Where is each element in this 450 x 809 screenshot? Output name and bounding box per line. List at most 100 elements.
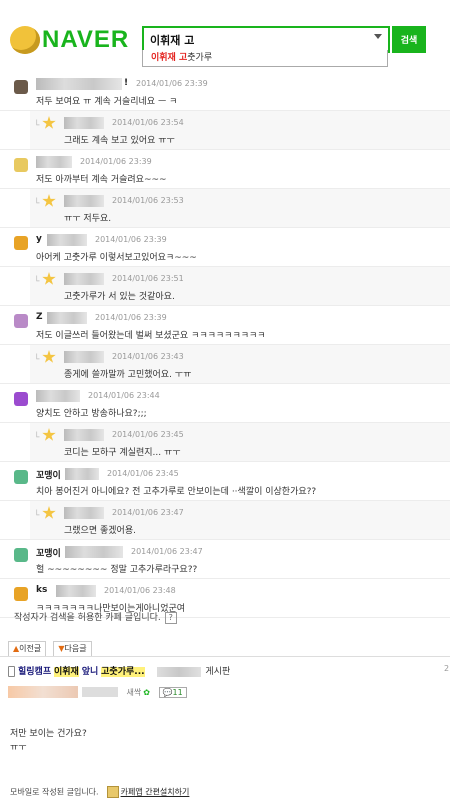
reply-item: └ 2014/01/06 23:53 ㅠㅜ 저두요. (0, 189, 450, 228)
user-avatar[interactable] (14, 158, 28, 172)
comment-date: 2014/01/06 23:45 (107, 469, 179, 478)
nickname-blurred[interactable] (56, 585, 96, 597)
comment-text: 치아 봉어진거 아니에요? 전 고추가루로 안보이는데 ··색깔이 이상한가요?… (36, 487, 317, 497)
nickname-blurred[interactable] (64, 195, 104, 207)
nickname-blurred[interactable] (47, 234, 87, 246)
search-permission-note: 작성자가 검색을 허용한 카페 글입니다.? (14, 610, 177, 624)
nickname-blurred[interactable] (64, 429, 104, 441)
post-nav: ▲이전글 ▼다음글 (8, 636, 94, 657)
comment-text: 코디는 모하구 계실련지... ㅠㅜ (64, 448, 181, 458)
comment-item: y 2014/01/06 23:39 아어케 고춧가루 이렇서보고있어요ㅋ~~~ (0, 228, 450, 267)
nickname-blurred[interactable] (47, 312, 87, 324)
naver-wing-icon (10, 26, 40, 54)
nickname-suffix: ! (124, 78, 129, 88)
side-number: 2 (444, 664, 450, 673)
comment-text: 그래도 계속 보고 있어요 ㅠㅜ (64, 136, 175, 146)
reply-item: └ 2014/01/06 23:51 고춧가루가 서 있는 것같아요. (0, 267, 450, 306)
user-avatar[interactable] (14, 314, 28, 328)
post-title[interactable]: 힐링캠프 이휘재 앞니 고춧가루... 게시판 (8, 664, 230, 677)
comment-text: 저두 보여요 ㅠ 계속 거슬리네요 ㅡ ㅋ (36, 97, 178, 107)
search-input[interactable] (148, 29, 372, 51)
comment-text: 고춧가루가 서 있는 것같아요. (64, 292, 175, 302)
comment-item: ! 2014/01/06 23:39 저두 보여요 ㅠ 계속 거슬리네요 ㅡ ㅋ (0, 72, 450, 111)
search-button[interactable]: 검색 (392, 26, 426, 53)
nickname-blurred[interactable] (64, 117, 104, 129)
prev-post-button[interactable]: ▲이전글 (8, 641, 47, 657)
post-title-prefix: 힐링캠프 (18, 667, 52, 677)
nickname[interactable]: ks (36, 585, 47, 595)
user-avatar[interactable] (14, 236, 28, 250)
comment-text: 그랬으면 좋겠어용. (64, 526, 136, 536)
suggestion-rest: 춧가루 (187, 53, 213, 63)
comment-date: 2014/01/06 23:47 (112, 508, 184, 517)
comment-text: 종게에 쓸까말까 고민했어요. ㅜㅠ (64, 370, 192, 380)
header: NAVER 검색 이휘재 고춧가루 (0, 0, 450, 72)
comment-text: 저도 아까부터 계속 거슬려요~~~ (36, 175, 167, 185)
nickname-blurred[interactable] (36, 78, 122, 90)
author-blurred (8, 686, 78, 698)
reply-arrow-icon: └ (34, 121, 40, 131)
date-blurred (82, 687, 118, 697)
member-level: 새싹 (126, 687, 142, 697)
comment-text: 헐 ~~~~~~~~ 정말 고추가루라구요?? (36, 565, 198, 575)
next-post-button[interactable]: ▼다음글 (53, 641, 92, 657)
board-name-blurred (157, 666, 202, 677)
nickname-blurred[interactable] (36, 156, 72, 168)
comment-date: 2014/01/06 23:51 (112, 274, 184, 283)
board-label[interactable]: 게시판 (205, 667, 230, 677)
nickname-blurred[interactable] (64, 351, 104, 363)
comment-bubble-icon: 💬 (162, 687, 173, 697)
nickname-blurred[interactable] (64, 507, 104, 519)
nickname-blurred[interactable] (36, 390, 80, 402)
prev-label: 이전글 (19, 644, 42, 653)
logo-text: NAVER (42, 26, 130, 53)
user-avatar[interactable] (14, 392, 28, 406)
mobile-note-text: 모바일로 작성된 글입니다. (10, 787, 99, 797)
cafe-app-icon (106, 786, 119, 798)
nickname-blurred[interactable] (65, 546, 123, 558)
user-avatar[interactable] (14, 587, 28, 601)
comment-text: 아어케 고춧가루 이렇서보고있어요ㅋ~~~ (36, 253, 197, 263)
post-body-line2: ㅠㅜ (10, 743, 27, 753)
sprout-icon: ✿ (143, 687, 150, 697)
comment-date: 2014/01/06 23:44 (88, 391, 160, 400)
comment-item: 2014/01/06 23:39 저도 아까부터 계속 거슬려요~~~ (0, 150, 450, 189)
dropdown-arrow-icon[interactable] (374, 34, 382, 39)
nickname[interactable]: 꼬맹이 (36, 468, 61, 481)
comment-item: Z 2014/01/06 23:39 저도 이글쓰러 들어왔는데 벌써 보셨군요 ㅋ… (0, 306, 450, 345)
cafe-app-link[interactable]: 카페앱 간편설치하기 (121, 788, 190, 797)
search-suggestion[interactable]: 이휘재 고춧가루 (142, 50, 388, 67)
comment-text: ㅠㅜ 저두요. (64, 214, 112, 224)
user-avatar[interactable] (14, 80, 28, 94)
nickname-blurred[interactable] (64, 273, 104, 285)
search-box[interactable] (142, 26, 390, 53)
comment-item: 꼬맹이 2014/01/06 23:45 치아 봉어진거 아니에요? 전 고추가루로… (0, 462, 450, 501)
comment-count: 11 (172, 687, 183, 697)
reply-arrow-icon: └ (34, 511, 40, 521)
reply-arrow-icon: └ (34, 199, 40, 209)
post-meta: 새싹 ✿ 💬11 (8, 686, 187, 698)
nickname[interactable]: 꼬맹이 (36, 546, 61, 559)
comment-item: 꼬맹이 2014/01/06 23:47 헐 ~~~~~~~~ 정말 고추가루라구요… (0, 540, 450, 579)
reply-item: └ 2014/01/06 23:54 그래도 계속 보고 있어요 ㅠㅜ (0, 111, 450, 150)
reply-item: └ 2014/01/06 23:47 그랬으면 좋겠어용. (0, 501, 450, 540)
note-text: 작성자가 검색을 허용한 카페 글입니다. (14, 613, 161, 623)
reply-arrow-icon: └ (34, 355, 40, 365)
nickname[interactable]: y (36, 234, 42, 244)
comment-count-badge[interactable]: 💬11 (158, 686, 187, 698)
comment-item: 2014/01/06 23:44 양치도 안하고 방송하나요?;;; (0, 384, 450, 423)
reply-arrow-icon: └ (34, 433, 40, 443)
comment-list: ! 2014/01/06 23:39 저두 보여요 ㅠ 계속 거슬리네요 ㅡ ㅋ └ 2… (0, 72, 450, 618)
comment-date: 2014/01/06 23:39 (80, 157, 152, 166)
mobile-note: 모바일로 작성된 글입니다. 카페앱 간편설치하기 (10, 786, 189, 798)
user-avatar[interactable] (14, 470, 28, 484)
comment-date: 2014/01/06 23:47 (131, 547, 203, 556)
post-body-line1: 저만 보이는 건가요? (10, 729, 87, 739)
post-title-mid: 앞니 (81, 667, 99, 677)
help-icon[interactable]: ? (164, 612, 177, 624)
user-avatar[interactable] (14, 548, 28, 562)
naver-logo[interactable]: NAVER (8, 24, 136, 58)
nickname[interactable]: Z (36, 312, 43, 322)
reply-item: └ 2014/01/06 23:43 종게에 쓸까말까 고민했어요. ㅜㅠ (0, 345, 450, 384)
nickname-blurred[interactable] (65, 468, 99, 480)
